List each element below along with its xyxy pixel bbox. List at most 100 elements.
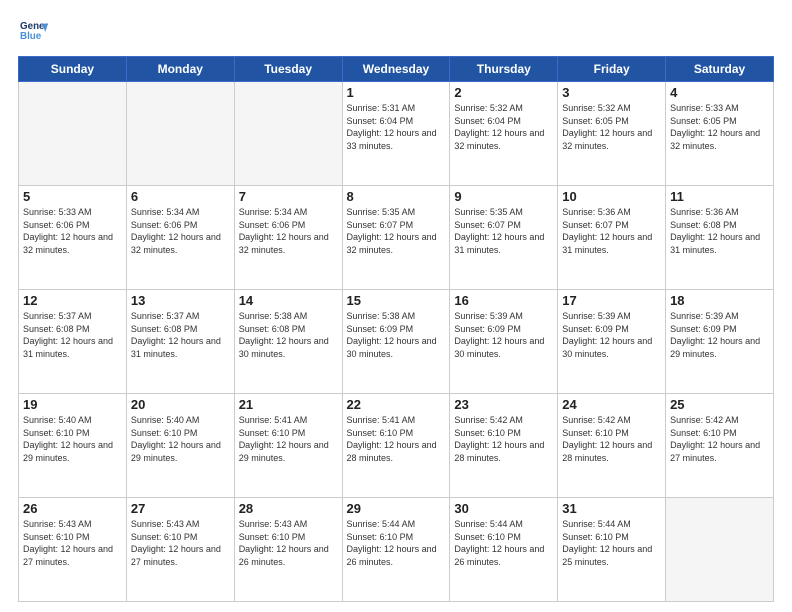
day-number: 6 xyxy=(131,189,230,204)
day-number: 29 xyxy=(347,501,446,516)
calendar-cell: 30 Sunrise: 5:44 AM Sunset: 6:10 PM Dayli… xyxy=(450,498,558,602)
day-info: Sunrise: 5:43 AM Sunset: 6:10 PM Dayligh… xyxy=(23,518,122,568)
calendar-cell: 9 Sunrise: 5:35 AM Sunset: 6:07 PM Daylig… xyxy=(450,186,558,290)
day-info: Sunrise: 5:43 AM Sunset: 6:10 PM Dayligh… xyxy=(131,518,230,568)
calendar-cell: 12 Sunrise: 5:37 AM Sunset: 6:08 PM Dayli… xyxy=(19,290,127,394)
day-info: Sunrise: 5:44 AM Sunset: 6:10 PM Dayligh… xyxy=(454,518,553,568)
day-info: Sunrise: 5:32 AM Sunset: 6:04 PM Dayligh… xyxy=(454,102,553,152)
calendar-cell: 14 Sunrise: 5:38 AM Sunset: 6:08 PM Dayli… xyxy=(234,290,342,394)
calendar-cell xyxy=(666,498,774,602)
calendar-cell: 24 Sunrise: 5:42 AM Sunset: 6:10 PM Dayli… xyxy=(558,394,666,498)
day-info: Sunrise: 5:33 AM Sunset: 6:05 PM Dayligh… xyxy=(670,102,769,152)
day-number: 18 xyxy=(670,293,769,308)
weekday-header: Friday xyxy=(558,57,666,82)
day-number: 3 xyxy=(562,85,661,100)
day-number: 5 xyxy=(23,189,122,204)
calendar-cell: 6 Sunrise: 5:34 AM Sunset: 6:06 PM Daylig… xyxy=(126,186,234,290)
day-number: 28 xyxy=(239,501,338,516)
day-number: 25 xyxy=(670,397,769,412)
calendar-cell: 3Sunrise: 5:32 AM Sunset: 6:05 PM Daylig… xyxy=(558,82,666,186)
day-number: 16 xyxy=(454,293,553,308)
calendar-cell: 31 Sunrise: 5:44 AM Sunset: 6:10 PM Dayli… xyxy=(558,498,666,602)
calendar-cell: 23Sunrise: 5:42 AM Sunset: 6:10 PM Dayli… xyxy=(450,394,558,498)
day-number: 1 xyxy=(347,85,446,100)
weekday-header: Monday xyxy=(126,57,234,82)
day-number: 17 xyxy=(562,293,661,308)
day-info: Sunrise: 5:39 AM Sunset: 6:09 PM Dayligh… xyxy=(562,310,661,360)
calendar-cell xyxy=(19,82,127,186)
calendar-cell xyxy=(126,82,234,186)
day-info: Sunrise: 5:34 AM Sunset: 6:06 PM Dayligh… xyxy=(131,206,230,256)
calendar-cell: 27 Sunrise: 5:43 AM Sunset: 6:10 PM Dayli… xyxy=(126,498,234,602)
day-info: Sunrise: 5:35 AM Sunset: 6:07 PM Dayligh… xyxy=(347,206,446,256)
day-info: Sunrise: 5:42 AM Sunset: 6:10 PM Dayligh… xyxy=(670,414,769,464)
weekday-header: Sunday xyxy=(19,57,127,82)
calendar-cell: 1Sunrise: 5:31 AM Sunset: 6:04 PM Daylig… xyxy=(342,82,450,186)
day-number: 13 xyxy=(131,293,230,308)
weekday-header: Wednesday xyxy=(342,57,450,82)
day-info: Sunrise: 5:35 AM Sunset: 6:07 PM Dayligh… xyxy=(454,206,553,256)
day-info: Sunrise: 5:41 AM Sunset: 6:10 PM Dayligh… xyxy=(347,414,446,464)
day-info: Sunrise: 5:37 AM Sunset: 6:08 PM Dayligh… xyxy=(131,310,230,360)
day-info: Sunrise: 5:41 AM Sunset: 6:10 PM Dayligh… xyxy=(239,414,338,464)
day-number: 26 xyxy=(23,501,122,516)
day-number: 4 xyxy=(670,85,769,100)
svg-text:Blue: Blue xyxy=(20,31,42,42)
logo-icon: General Blue xyxy=(20,18,48,46)
day-info: Sunrise: 5:36 AM Sunset: 6:08 PM Dayligh… xyxy=(670,206,769,256)
day-number: 24 xyxy=(562,397,661,412)
day-info: Sunrise: 5:37 AM Sunset: 6:08 PM Dayligh… xyxy=(23,310,122,360)
day-number: 15 xyxy=(347,293,446,308)
day-info: Sunrise: 5:40 AM Sunset: 6:10 PM Dayligh… xyxy=(131,414,230,464)
day-number: 20 xyxy=(131,397,230,412)
day-number: 30 xyxy=(454,501,553,516)
day-number: 14 xyxy=(239,293,338,308)
day-number: 19 xyxy=(23,397,122,412)
day-number: 23 xyxy=(454,397,553,412)
calendar-cell: 22 Sunrise: 5:41 AM Sunset: 6:10 PM Dayli… xyxy=(342,394,450,498)
day-info: Sunrise: 5:39 AM Sunset: 6:09 PM Dayligh… xyxy=(454,310,553,360)
day-number: 8 xyxy=(347,189,446,204)
day-number: 31 xyxy=(562,501,661,516)
day-number: 27 xyxy=(131,501,230,516)
weekday-header: Thursday xyxy=(450,57,558,82)
day-info: Sunrise: 5:42 AM Sunset: 6:10 PM Dayligh… xyxy=(562,414,661,464)
day-number: 11 xyxy=(670,189,769,204)
day-number: 10 xyxy=(562,189,661,204)
calendar-cell: 5Sunrise: 5:33 AM Sunset: 6:06 PM Daylig… xyxy=(19,186,127,290)
day-number: 2 xyxy=(454,85,553,100)
day-info: Sunrise: 5:43 AM Sunset: 6:10 PM Dayligh… xyxy=(239,518,338,568)
logo: General Blue xyxy=(18,18,48,46)
calendar-cell: 15 Sunrise: 5:38 AM Sunset: 6:09 PM Dayli… xyxy=(342,290,450,394)
weekday-header: Saturday xyxy=(666,57,774,82)
calendar-cell: 8 Sunrise: 5:35 AM Sunset: 6:07 PM Daylig… xyxy=(342,186,450,290)
calendar-cell: 25 Sunrise: 5:42 AM Sunset: 6:10 PM Dayli… xyxy=(666,394,774,498)
calendar-cell: 10 Sunrise: 5:36 AM Sunset: 6:07 PM Dayli… xyxy=(558,186,666,290)
calendar-cell: 4 Sunrise: 5:33 AM Sunset: 6:05 PM Daylig… xyxy=(666,82,774,186)
day-info: Sunrise: 5:44 AM Sunset: 6:10 PM Dayligh… xyxy=(562,518,661,568)
calendar-cell: 19 Sunrise: 5:40 AM Sunset: 6:10 PM Dayli… xyxy=(19,394,127,498)
day-info: Sunrise: 5:36 AM Sunset: 6:07 PM Dayligh… xyxy=(562,206,661,256)
day-number: 9 xyxy=(454,189,553,204)
header: General Blue xyxy=(18,18,774,46)
calendar-cell: 20 Sunrise: 5:40 AM Sunset: 6:10 PM Dayli… xyxy=(126,394,234,498)
calendar-cell: 28 Sunrise: 5:43 AM Sunset: 6:10 PM Dayli… xyxy=(234,498,342,602)
day-info: Sunrise: 5:34 AM Sunset: 6:06 PM Dayligh… xyxy=(239,206,338,256)
day-number: 7 xyxy=(239,189,338,204)
calendar-cell: 13 Sunrise: 5:37 AM Sunset: 6:08 PM Dayli… xyxy=(126,290,234,394)
calendar-cell: 16 Sunrise: 5:39 AM Sunset: 6:09 PM Dayli… xyxy=(450,290,558,394)
calendar-cell: 21Sunrise: 5:41 AM Sunset: 6:10 PM Dayli… xyxy=(234,394,342,498)
calendar-cell: 18 Sunrise: 5:39 AM Sunset: 6:09 PM Dayli… xyxy=(666,290,774,394)
day-number: 22 xyxy=(347,397,446,412)
calendar-cell xyxy=(234,82,342,186)
calendar-table: SundayMondayTuesdayWednesdayThursdayFrid… xyxy=(18,56,774,602)
day-info: Sunrise: 5:38 AM Sunset: 6:08 PM Dayligh… xyxy=(239,310,338,360)
day-info: Sunrise: 5:39 AM Sunset: 6:09 PM Dayligh… xyxy=(670,310,769,360)
calendar-cell: 26 Sunrise: 5:43 AM Sunset: 6:10 PM Dayli… xyxy=(19,498,127,602)
day-info: Sunrise: 5:40 AM Sunset: 6:10 PM Dayligh… xyxy=(23,414,122,464)
calendar-cell: 17 Sunrise: 5:39 AM Sunset: 6:09 PM Dayli… xyxy=(558,290,666,394)
calendar-cell: 2 Sunrise: 5:32 AM Sunset: 6:04 PM Daylig… xyxy=(450,82,558,186)
day-number: 12 xyxy=(23,293,122,308)
day-info: Sunrise: 5:38 AM Sunset: 6:09 PM Dayligh… xyxy=(347,310,446,360)
weekday-header: Tuesday xyxy=(234,57,342,82)
